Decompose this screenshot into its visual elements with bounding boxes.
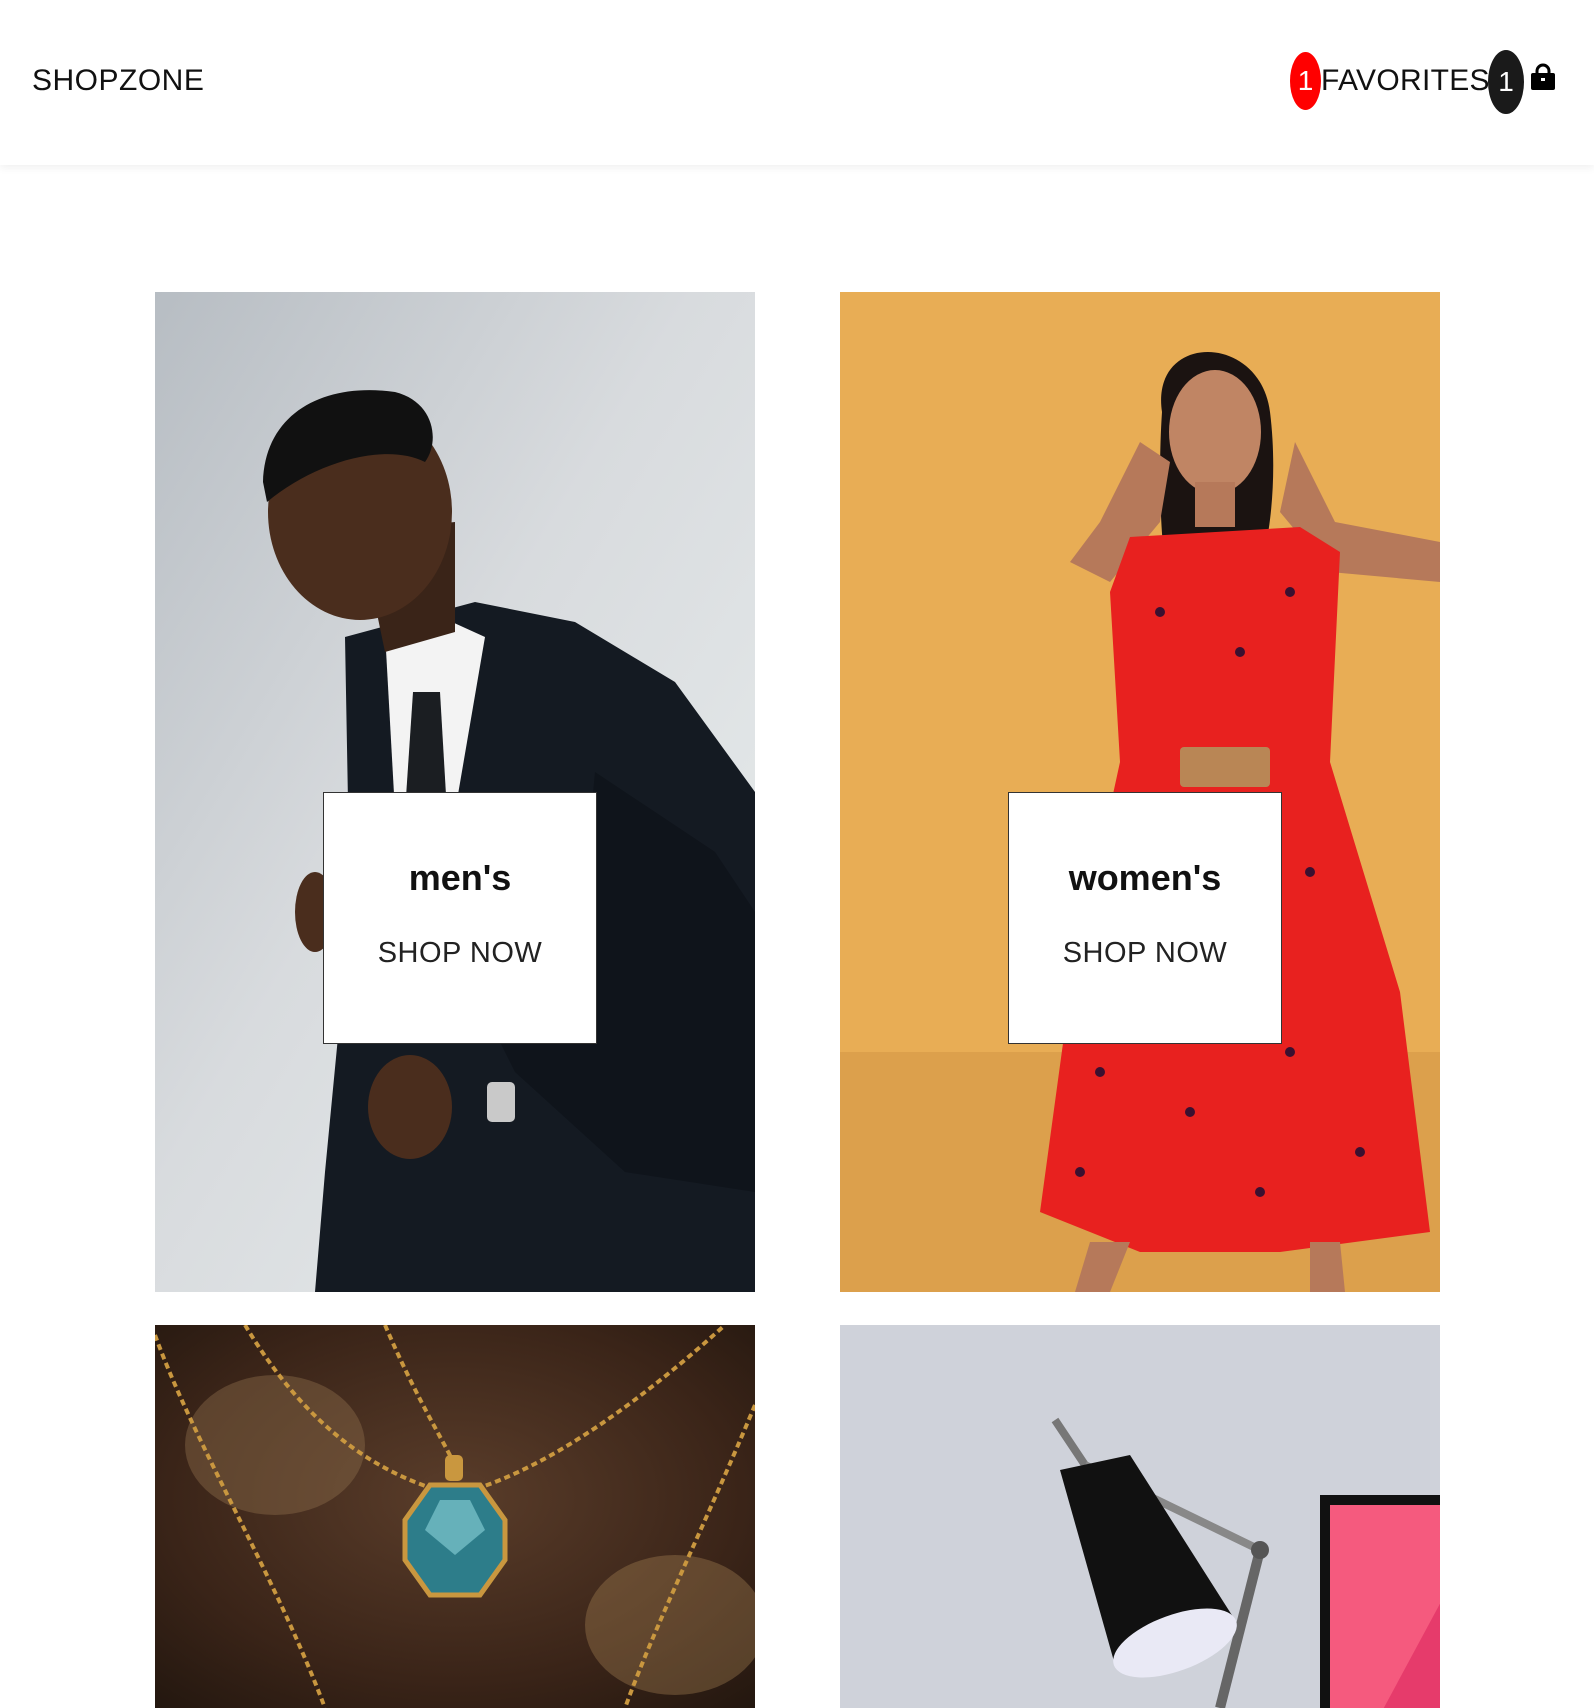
- category-card-jewelery[interactable]: [155, 1325, 755, 1708]
- category-card-mens[interactable]: men's SHOP NOW: [155, 292, 755, 1292]
- womens-category-label-box[interactable]: women's SHOP NOW: [1008, 792, 1282, 1044]
- favorites-link[interactable]: 1 FAVORITES: [1290, 52, 1490, 110]
- electronics-category-image: [840, 1325, 1440, 1708]
- cart-button[interactable]: 1: [1488, 50, 1558, 114]
- category-card-womens[interactable]: women's SHOP NOW: [840, 292, 1440, 1292]
- shop-now-link[interactable]: SHOP NOW: [1009, 937, 1281, 970]
- category-title: women's: [1068, 857, 1222, 898]
- favorites-count-badge: 1: [1290, 52, 1321, 110]
- jewelery-category-image: [155, 1325, 755, 1708]
- category-card-electronics[interactable]: [840, 1325, 1440, 1708]
- category-title: men's: [408, 857, 512, 898]
- shop-now-link[interactable]: SHOP NOW: [324, 937, 596, 970]
- mens-category-label-box[interactable]: men's SHOP NOW: [323, 792, 597, 1044]
- favorites-label: FAVORITES: [1321, 64, 1490, 97]
- shopping-bag-icon: [1531, 63, 1555, 90]
- cart-count-badge: 1: [1488, 50, 1524, 114]
- logo-link[interactable]: SHOPZONE: [32, 64, 204, 98]
- site-header: SHOPZONE 1 FAVORITES 1: [0, 0, 1594, 165]
